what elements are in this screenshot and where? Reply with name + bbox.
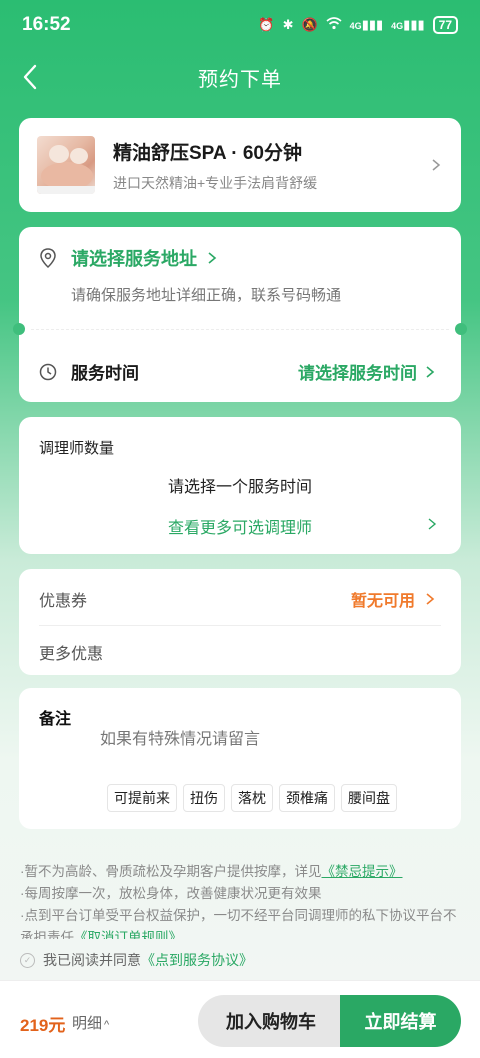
select-address-button[interactable]: 请选择服务地址 <box>39 245 219 271</box>
notice-text: ·暂不为高龄、骨质疏松及孕期客户提供按摩，详见《禁忌提示》 ·每周按摩一次，放松… <box>20 861 465 939</box>
status-time: 16:52 <box>22 14 71 35</box>
more-discounts-label: 更多优惠 <box>39 646 104 663</box>
remark-card: 备注 如果有特殊情况请留言 可提前来 扭伤 落枕 颈椎痛 腰间盘 <box>19 688 461 829</box>
notice-line-1: ·暂不为高龄、骨质疏松及孕期客户提供按摩，详见 <box>20 864 322 879</box>
status-bar: 16:52 ⏰ ✱ 🔕 4G▮▮▮ 4G▮▮▮ 77 <box>0 0 480 50</box>
product-thumbnail <box>37 136 95 194</box>
signal-icon-2: 4G▮▮▮ <box>391 17 425 32</box>
wifi-icon <box>326 17 342 33</box>
page-title: 预约下单 <box>198 68 282 91</box>
remark-tag[interactable]: 可提前来 <box>107 784 177 812</box>
agreement-prefix: 我已阅读并同意 <box>43 952 141 968</box>
checkout-button[interactable]: 立即结算 <box>340 995 461 1047</box>
chevron-right-icon <box>426 593 435 605</box>
service-agreement-link[interactable]: 《点到服务协议》 <box>141 950 253 970</box>
chevron-right-icon <box>208 252 217 264</box>
signal-icon-1: 4G▮▮▮ <box>349 17 384 32</box>
service-time-label: 服务时间 <box>71 364 139 383</box>
alarm-icon: ⏰ <box>258 17 275 32</box>
divider <box>39 625 441 626</box>
remark-label: 备注 <box>39 711 72 728</box>
agreement-row[interactable]: ✓ 我已阅读并同意 《点到服务协议》 <box>20 950 253 970</box>
nav-bar: 预约下单 <box>0 50 480 104</box>
coupon-select-button[interactable]: 暂无可用 <box>351 587 437 611</box>
select-service-time-button[interactable]: 请选择服务时间 <box>298 359 437 384</box>
product-card[interactable]: 精油舒压SPA · 60分钟 进口天然精油+专业手法肩背舒缓 <box>19 118 461 212</box>
therapist-card: 调理师数量 请选择一个服务时间 查看更多可选调理师 <box>19 417 461 554</box>
remark-tag[interactable]: 扭伤 <box>183 784 225 812</box>
agree-checkbox[interactable]: ✓ <box>20 952 35 968</box>
card-notch-right <box>455 323 467 335</box>
remark-input[interactable]: 如果有特殊情况请留言 <box>100 725 260 749</box>
remark-tag[interactable]: 颈椎痛 <box>279 784 335 812</box>
clock-icon <box>39 363 57 380</box>
coupon-card: 优惠券 暂无可用 更多优惠 <box>19 569 461 675</box>
product-name: 精油舒压SPA · 60分钟 <box>113 142 302 164</box>
status-icons: ⏰ ✱ 🔕 4G▮▮▮ 4G▮▮▮ 77 <box>258 16 458 34</box>
back-arrow-icon[interactable] <box>16 62 46 92</box>
service-time-row: 服务时间 <box>39 359 139 384</box>
bluetooth-icon: ✱ <box>282 17 294 32</box>
address-time-card: 请选择服务地址 请确保服务地址详细正确，联系号码畅通 服务时间 请选择服务时间 <box>13 227 467 402</box>
coupon-label: 优惠券 <box>39 593 88 610</box>
coupon-value: 暂无可用 <box>350 593 415 610</box>
more-therapists-link[interactable]: 查看更多可选调理师 <box>19 514 461 538</box>
address-hint: 请确保服务地址详细正确，联系号码畅通 <box>71 287 342 304</box>
price-detail-label: 明细 <box>72 1015 103 1032</box>
therapist-message: 请选择一个服务时间 <box>167 479 312 496</box>
price-detail-button[interactable]: 明细 ^ <box>72 1012 109 1033</box>
total-price: 219元 <box>20 1016 66 1035</box>
card-notch-left <box>13 323 25 335</box>
product-description: 进口天然精油+专业手法肩背舒缓 <box>113 174 318 191</box>
remark-tag[interactable]: 腰间盘 <box>341 784 397 812</box>
add-to-cart-button[interactable]: 加入购物车 <box>198 995 344 1047</box>
chevron-up-icon: ^ <box>104 1019 110 1031</box>
remark-tags: 可提前来 扭伤 落枕 颈椎痛 腰间盘 <box>107 784 397 812</box>
location-pin-icon <box>40 248 56 268</box>
therapist-count-label: 调理师数量 <box>39 440 115 457</box>
mute-icon: 🔕 <box>301 17 318 32</box>
contraindication-link[interactable]: 《禁忌提示》 <box>322 864 403 879</box>
remark-tag[interactable]: 落枕 <box>231 784 273 812</box>
battery-icon: 77 <box>432 16 458 34</box>
chevron-right-icon <box>426 365 435 378</box>
notice-line-2: ·每周按摩一次，放松身体，改善健康状况更有效果 <box>20 886 322 901</box>
chevron-right-icon <box>432 159 441 171</box>
service-time-value: 请选择服务时间 <box>298 364 417 383</box>
cancel-rules-link[interactable]: 《取消订单规则》 <box>74 930 182 939</box>
chevron-right-icon <box>428 518 437 530</box>
bottom-bar: 219元 明细 ^ 加入购物车 立即结算 <box>0 980 480 1058</box>
address-label: 请选择服务地址 <box>71 249 197 269</box>
dashed-divider <box>31 329 449 330</box>
